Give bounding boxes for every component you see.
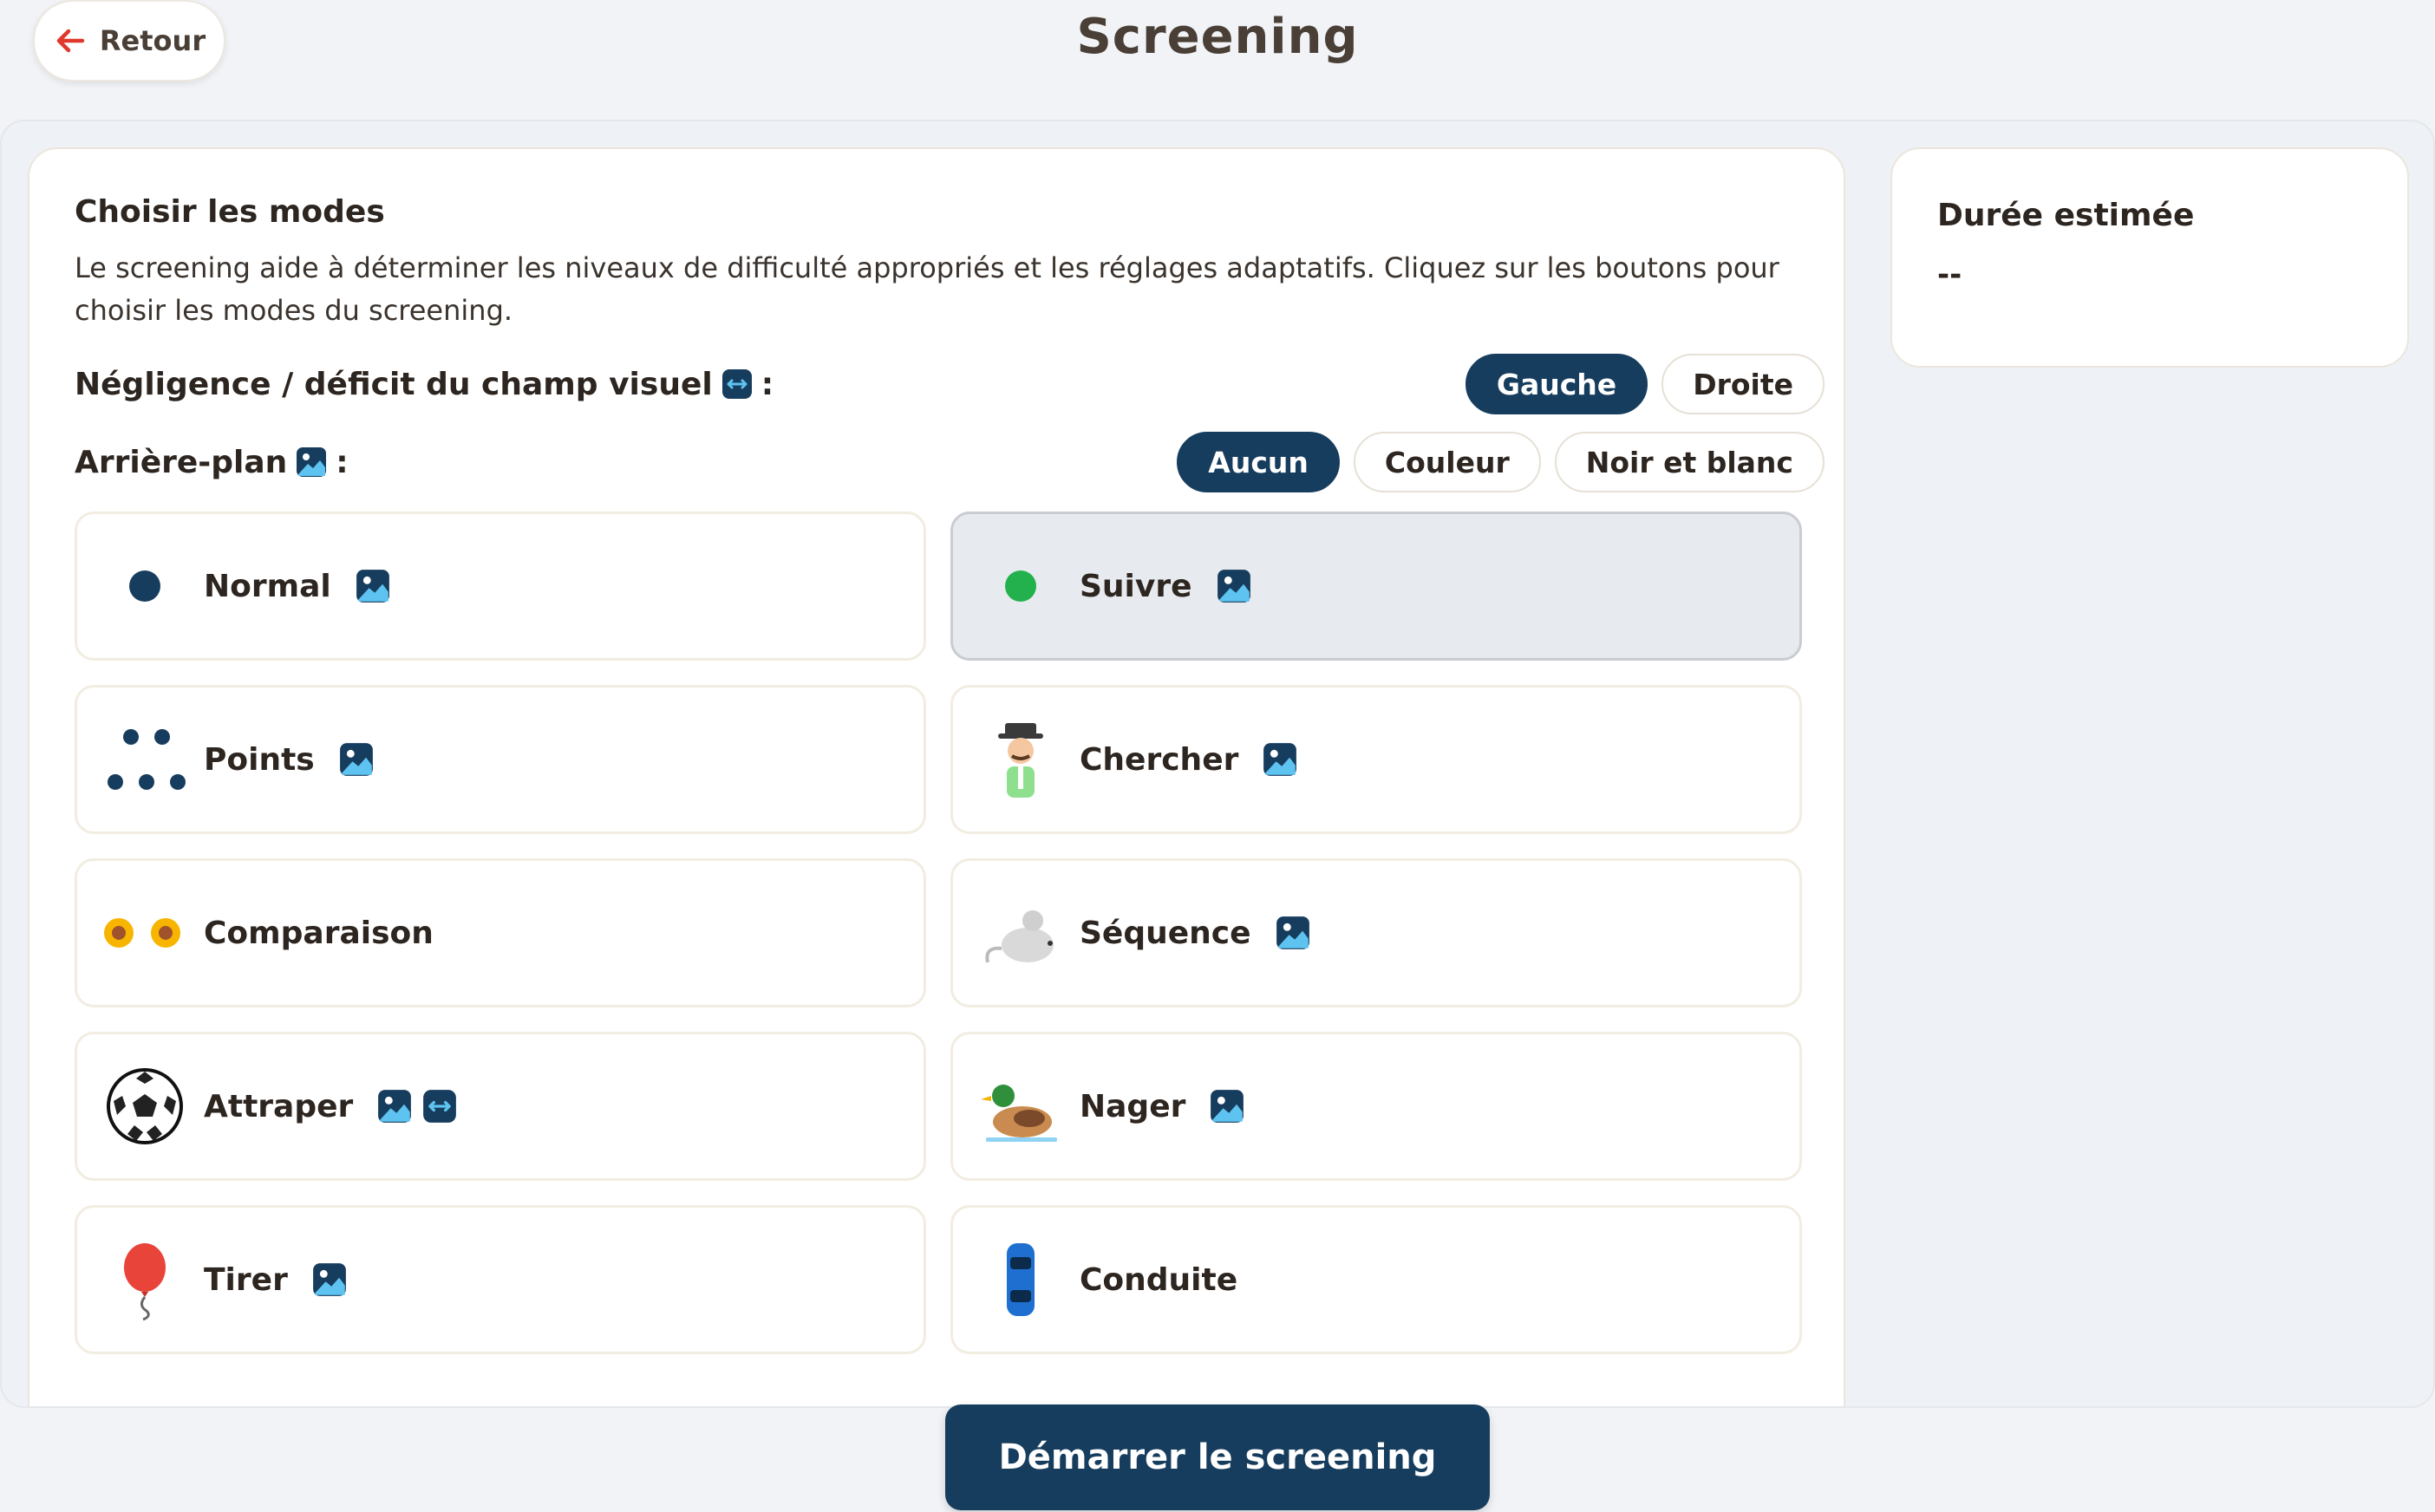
page-title: Screening <box>1076 9 1359 65</box>
mode-label-group: Tirer <box>204 1262 347 1298</box>
mode-label: Normal <box>204 568 331 604</box>
mode-card-chercher[interactable]: Chercher <box>950 685 1802 834</box>
content-panel: Choisir les modes Le screening aide à dé… <box>0 120 2435 1408</box>
mode-label-group: Suivre <box>1080 569 1251 604</box>
image-icon <box>297 447 327 477</box>
image-icon <box>339 743 373 776</box>
mode-label-group: Normal <box>204 569 390 604</box>
mode-card-sequence[interactable]: Séquence <box>950 858 1802 1007</box>
mode-tags <box>1217 569 1251 603</box>
mode-card-comparaison[interactable]: Comparaison <box>75 858 926 1007</box>
background-none-button[interactable]: Aucun <box>1177 432 1340 492</box>
mode-label-group: Nager <box>1080 1089 1244 1124</box>
mouse-icon <box>979 891 1062 974</box>
mode-tags <box>1276 916 1310 950</box>
background-row: Arrière-plan : Aucun Couleur Noir et bla… <box>75 430 1825 494</box>
detective-icon <box>979 718 1062 801</box>
mode-label-group: Chercher <box>1080 742 1297 778</box>
mode-tags <box>377 1089 457 1124</box>
image-icon <box>312 1263 346 1296</box>
mode-card-attraper[interactable]: Attraper <box>75 1032 926 1181</box>
neglect-label-group: Négligence / déficit du champ visuel : <box>75 367 774 402</box>
background-colon: : <box>336 444 349 480</box>
soccer-ball-icon <box>103 1065 186 1148</box>
image-icon <box>1217 570 1250 603</box>
mode-label: Tirer <box>204 1261 288 1298</box>
mode-tags <box>1263 742 1297 777</box>
arrows-icon <box>423 1090 457 1123</box>
mode-label: Chercher <box>1080 741 1239 778</box>
mode-label-group: Séquence <box>1080 916 1310 951</box>
neglect-colon: : <box>761 366 774 402</box>
duration-value: -- <box>1937 257 1962 292</box>
image-icon <box>1276 916 1309 949</box>
section-title: Choisir les modes <box>75 194 385 230</box>
duration-title: Durée estimée <box>1937 198 2195 233</box>
mode-tags <box>356 569 390 603</box>
neglect-label: Négligence / déficit du champ visuel <box>75 366 713 402</box>
mode-tags <box>1210 1089 1244 1124</box>
background-color-button[interactable]: Couleur <box>1353 432 1541 492</box>
section-description: Le screening aide à déterminer les nivea… <box>75 251 1779 327</box>
mode-card-suivre[interactable]: Suivre <box>950 512 1802 661</box>
image-icon <box>378 1090 412 1123</box>
mode-label: Nager <box>1080 1088 1186 1124</box>
start-screening-button[interactable]: Démarrer le screening <box>945 1404 1490 1510</box>
dark-dot-icon <box>103 544 186 628</box>
background-label-group: Arrière-plan : <box>75 445 349 480</box>
mode-label-group: Points <box>204 742 374 778</box>
neglect-left-button[interactable]: Gauche <box>1465 354 1648 414</box>
duck-icon <box>979 1065 1062 1148</box>
mode-card-tirer[interactable]: Tirer <box>75 1205 926 1354</box>
top-bar: Retour Screening <box>0 0 2435 113</box>
mode-label: Séquence <box>1080 915 1251 951</box>
mode-label: Points <box>204 741 315 778</box>
background-label: Arrière-plan <box>75 444 288 480</box>
modes-grid: Normal Suivre Points Chercher Comparaiso… <box>75 512 1825 1354</box>
duration-card: Durée estimée -- <box>1890 147 2409 368</box>
mode-card-points[interactable]: Points <box>75 685 926 834</box>
image-icon <box>1211 1090 1244 1123</box>
mode-tags <box>339 742 374 777</box>
image-icon <box>356 570 389 603</box>
dots-icon <box>103 718 186 801</box>
image-icon <box>1263 743 1297 776</box>
mode-card-normal[interactable]: Normal <box>75 512 926 661</box>
mode-tags <box>312 1262 347 1297</box>
neglect-options: Gauche Droite <box>1465 354 1825 414</box>
mode-card-conduite[interactable]: Conduite <box>950 1205 1802 1354</box>
car-icon <box>979 1238 1062 1321</box>
mode-label: Attraper <box>204 1088 354 1124</box>
mode-label-group: Conduite <box>1080 1262 1237 1298</box>
mode-label: Comparaison <box>204 915 434 951</box>
mode-label-group: Comparaison <box>204 916 434 951</box>
mode-label: Conduite <box>1080 1261 1238 1298</box>
neglect-right-button[interactable]: Droite <box>1661 354 1825 414</box>
background-options: Aucun Couleur Noir et blanc <box>1177 432 1825 492</box>
neglect-row: Négligence / déficit du champ visuel : G… <box>75 352 1825 416</box>
arrows-icon <box>721 369 752 399</box>
mode-label: Suivre <box>1080 568 1192 604</box>
sunflowers-icon <box>103 891 186 974</box>
balloon-icon <box>103 1238 186 1321</box>
mode-label-group: Attraper <box>204 1089 457 1124</box>
background-bw-button[interactable]: Noir et blanc <box>1554 432 1825 492</box>
green-dot-icon <box>979 544 1062 628</box>
mode-card-nager[interactable]: Nager <box>950 1032 1802 1181</box>
modes-card: Choisir les modes Le screening aide à dé… <box>28 147 1845 1406</box>
